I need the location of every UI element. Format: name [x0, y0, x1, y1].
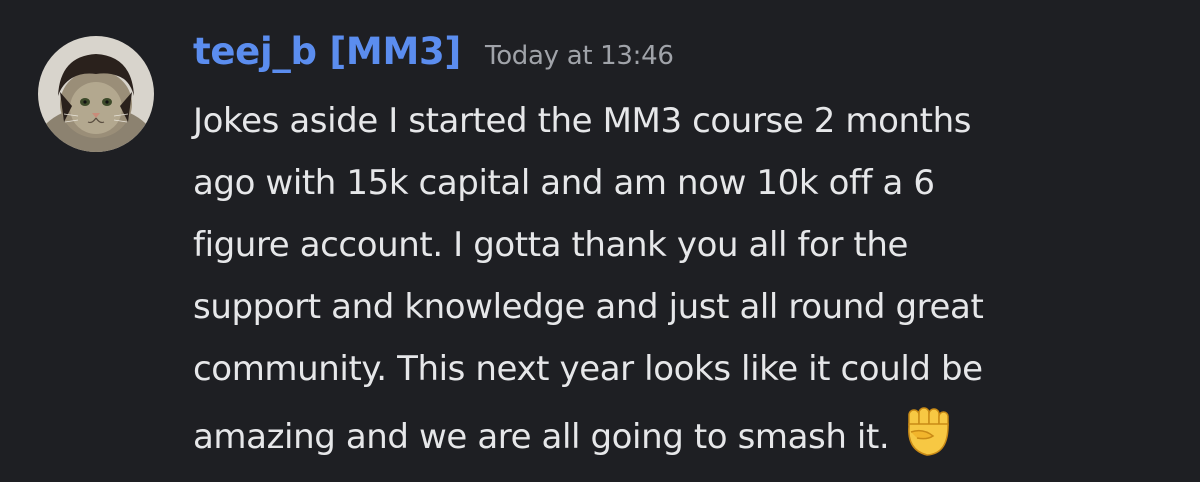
timestamp: Today at 13:46: [485, 41, 674, 71]
message-line-last: amazing and we are all going to smash it…: [193, 406, 1183, 478]
message-header: teej_b [MM3] Today at 13:46: [193, 30, 1183, 86]
message-line: Jokes aside I started the MM3 course 2 m…: [193, 101, 972, 141]
raised-fist-emoji-icon: [903, 406, 953, 478]
username[interactable]: teej_b [MM3]: [193, 30, 461, 73]
chat-message: teej_b [MM3] Today at 13:46 Jokes aside …: [0, 0, 1200, 482]
message-line: support and knowledge and just all round…: [193, 287, 984, 327]
message-content: teej_b [MM3] Today at 13:46 Jokes aside …: [193, 30, 1183, 478]
user-avatar[interactable]: [38, 36, 154, 152]
message-line: community. This next year looks like it …: [193, 349, 983, 389]
message-line-text: amazing and we are all going to smash it…: [193, 417, 890, 457]
message-line: ago with 15k capital and am now 10k off …: [193, 163, 935, 203]
message-line: figure account. I gotta thank you all fo…: [193, 225, 909, 265]
message-body: Jokes aside I started the MM3 course 2 m…: [193, 90, 1183, 478]
cat-with-wig-avatar-icon: [38, 36, 154, 152]
